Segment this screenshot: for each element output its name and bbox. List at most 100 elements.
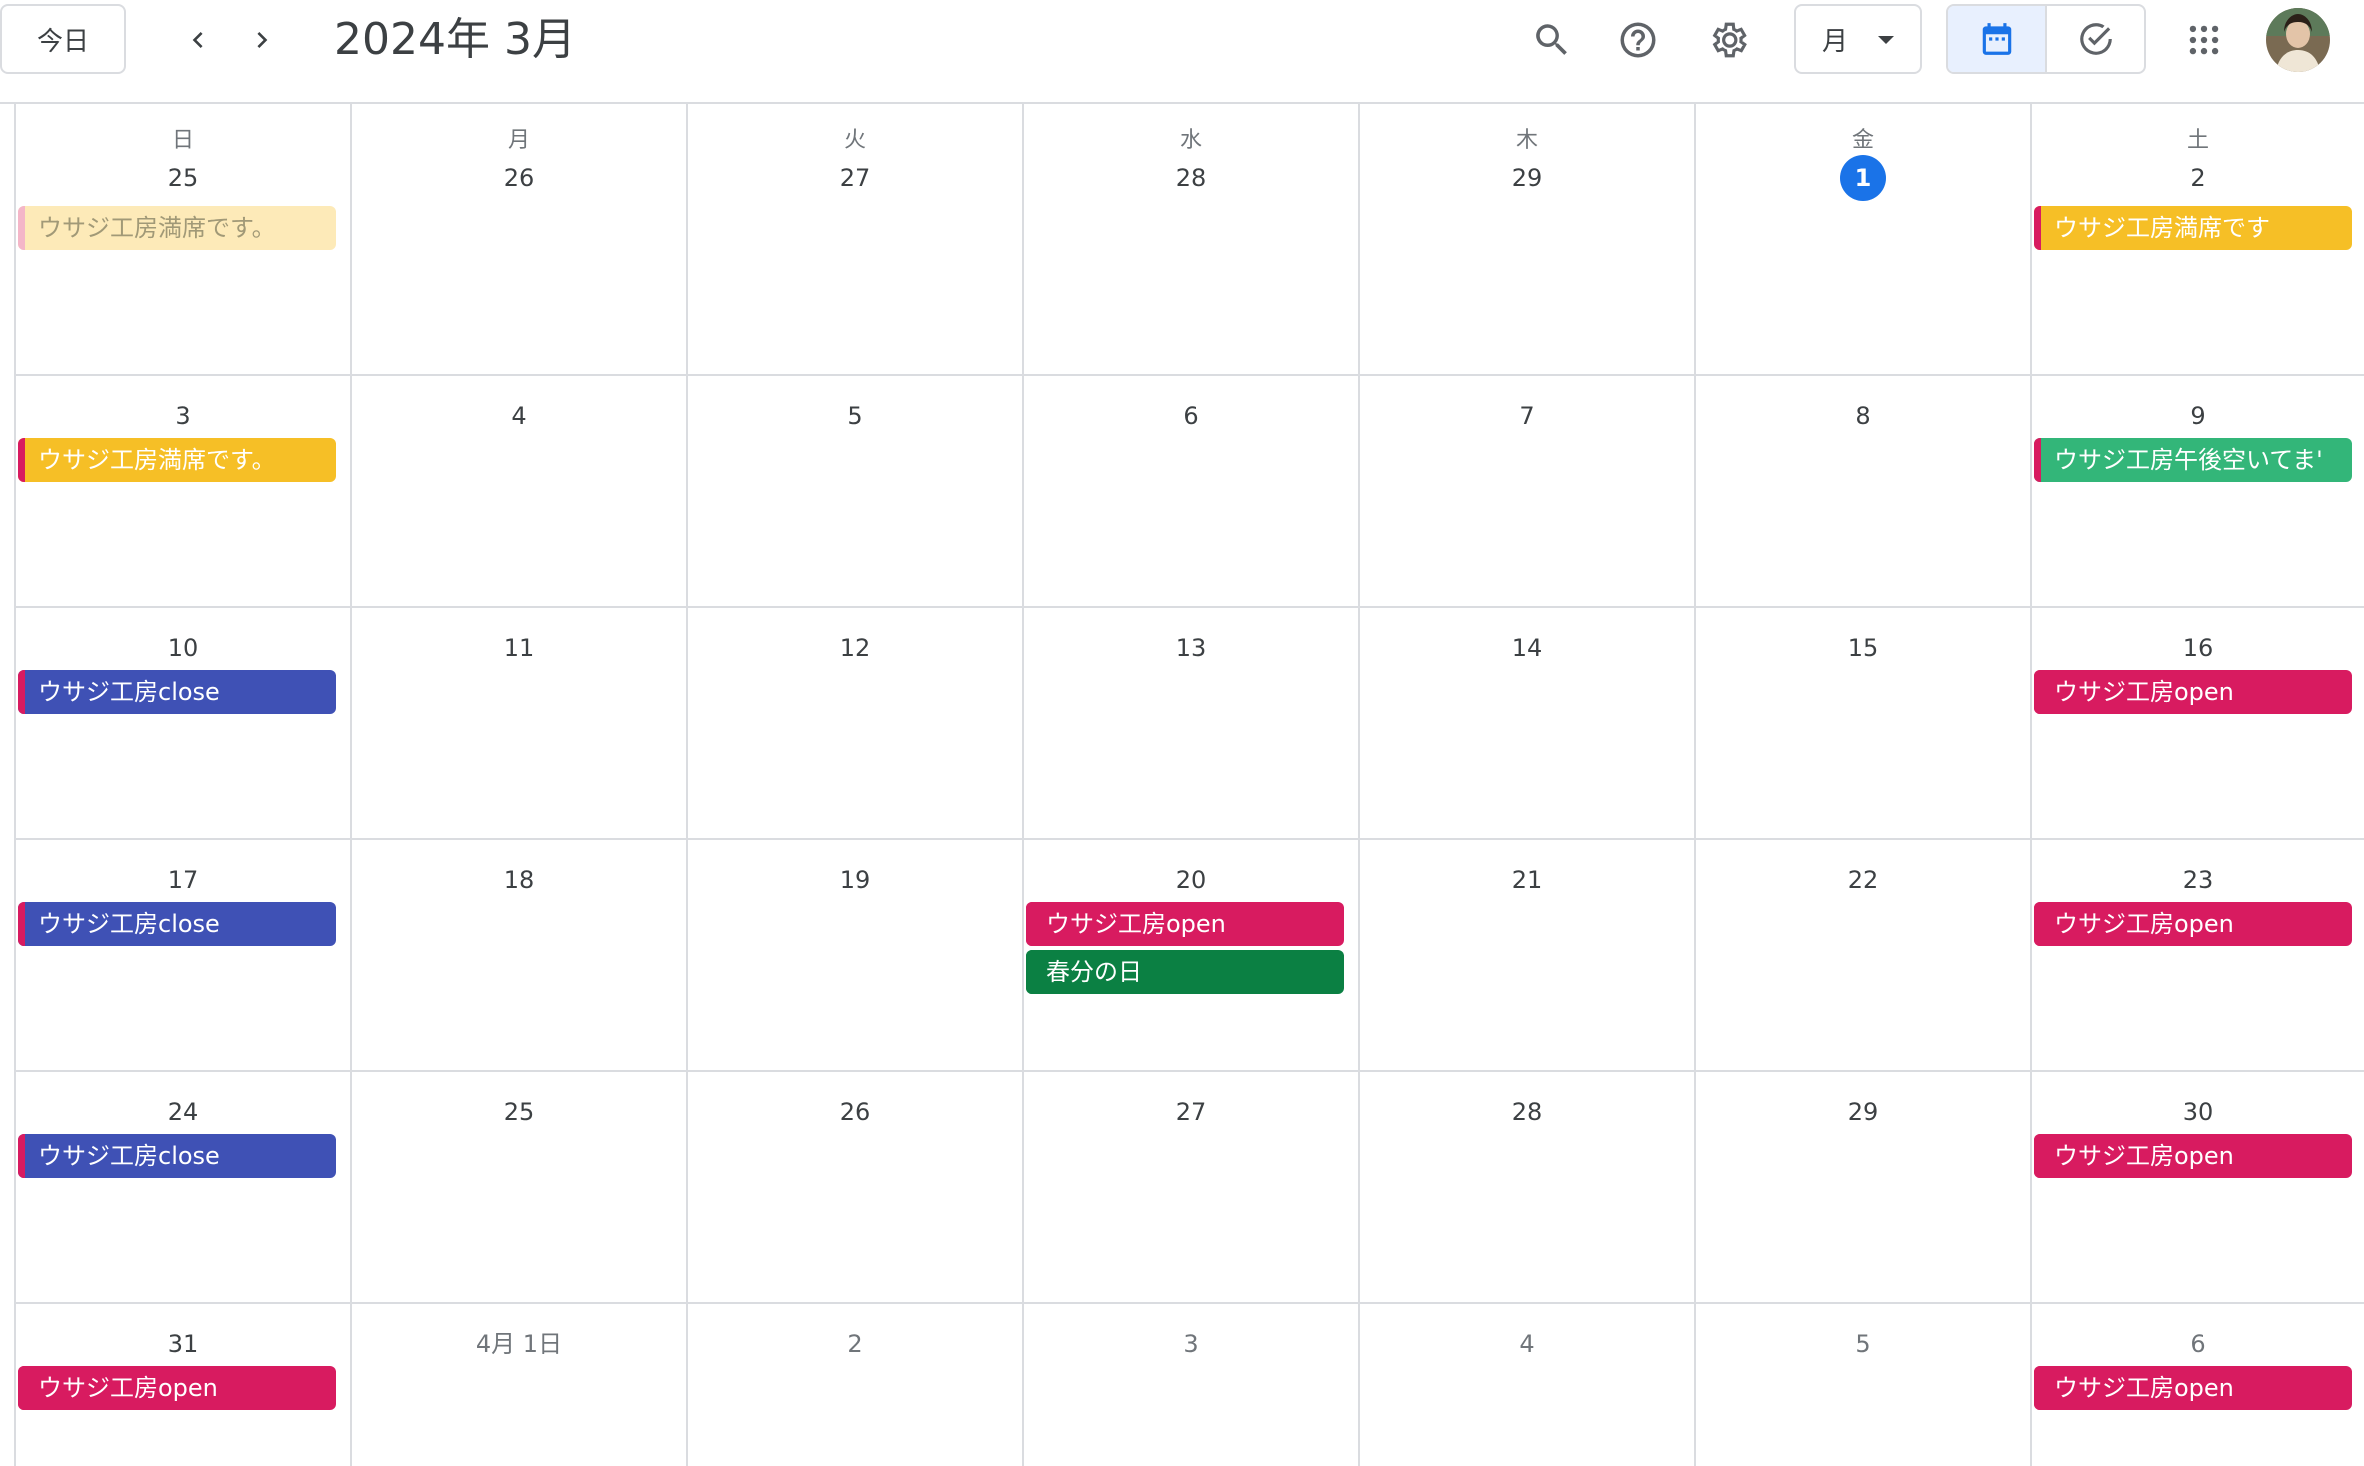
date-number[interactable]: 4 xyxy=(497,394,541,438)
day-cell[interactable]: 5 xyxy=(1696,1304,2032,1466)
date-number[interactable]: 2 xyxy=(833,1322,877,1366)
calendar-event[interactable]: ウサジ工房close xyxy=(18,1134,336,1178)
day-cell[interactable]: 17 xyxy=(16,840,352,1070)
date-number[interactable]: 6 xyxy=(2176,1322,2220,1366)
date-number[interactable]: 23 xyxy=(2176,858,2220,902)
day-cell[interactable]: 24 xyxy=(16,1072,352,1302)
date-number[interactable]: 30 xyxy=(2176,1090,2220,1134)
date-number[interactable]: 21 xyxy=(1505,858,1549,902)
calendar-event[interactable]: ウサジ工房open xyxy=(1026,902,1344,946)
apps-button[interactable] xyxy=(2176,12,2232,68)
date-number[interactable]: 18 xyxy=(497,858,541,902)
settings-button[interactable] xyxy=(1700,12,1756,68)
day-cell[interactable]: 14 xyxy=(1360,608,1696,838)
date-number[interactable]: 24 xyxy=(161,1090,205,1134)
day-cell[interactable]: 28 xyxy=(1360,1072,1696,1302)
day-cell[interactable]: 9 xyxy=(2032,376,2364,606)
day-cell[interactable]: 30 xyxy=(2032,1072,2364,1302)
date-number[interactable]: 6 xyxy=(1169,394,1213,438)
calendar-event[interactable]: 春分の日 xyxy=(1026,950,1344,994)
calendar-event[interactable]: ウサジ工房open xyxy=(2034,1134,2352,1178)
today-button[interactable]: 今日 xyxy=(0,4,126,74)
calendar-event[interactable]: ウサジ工房close xyxy=(18,670,336,714)
day-cell[interactable]: 7 xyxy=(1360,376,1696,606)
date-number[interactable]: 16 xyxy=(2176,626,2220,670)
today-date-number[interactable]: 1 xyxy=(1840,155,1886,201)
date-number[interactable]: 12 xyxy=(833,626,877,670)
date-number[interactable]: 8 xyxy=(1841,394,1885,438)
date-number[interactable]: 19 xyxy=(833,858,877,902)
date-number[interactable]: 3 xyxy=(161,394,205,438)
day-cell[interactable]: 22 xyxy=(1696,840,2032,1070)
date-number[interactable]: 17 xyxy=(161,858,205,902)
date-number[interactable]: 5 xyxy=(1841,1322,1885,1366)
date-number[interactable]: 26 xyxy=(497,156,541,200)
day-cell[interactable]: 27 xyxy=(1024,1072,1360,1302)
date-number[interactable]: 26 xyxy=(833,1090,877,1134)
calendar-event[interactable]: ウサジ工房close xyxy=(18,902,336,946)
day-cell[interactable]: 8 xyxy=(1696,376,2032,606)
date-number[interactable]: 27 xyxy=(1169,1090,1213,1134)
day-cell[interactable]: 15 xyxy=(1696,608,2032,838)
day-cell[interactable]: 23 xyxy=(2032,840,2364,1070)
date-number[interactable]: 5 xyxy=(833,394,877,438)
day-cell[interactable]: 5 xyxy=(688,376,1024,606)
day-cell[interactable]: 月 26 xyxy=(352,104,688,374)
date-number[interactable]: 15 xyxy=(1841,626,1885,670)
date-number[interactable]: 31 xyxy=(161,1322,205,1366)
calendar-view-toggle[interactable] xyxy=(1948,6,2047,72)
day-cell[interactable]: 10 xyxy=(16,608,352,838)
date-number[interactable]: 29 xyxy=(1841,1090,1885,1134)
calendar-event[interactable]: ウサジ工房open xyxy=(2034,1366,2352,1410)
day-cell[interactable]: 18 xyxy=(352,840,688,1070)
date-number[interactable]: 13 xyxy=(1169,626,1213,670)
date-number[interactable]: 29 xyxy=(1505,156,1549,200)
day-cell[interactable]: 金1 xyxy=(1696,104,2032,374)
date-number[interactable]: 14 xyxy=(1505,626,1549,670)
day-cell[interactable]: 13 xyxy=(1024,608,1360,838)
date-number[interactable]: 11 xyxy=(497,626,541,670)
account-avatar[interactable] xyxy=(2266,8,2330,72)
calendar-event[interactable]: ウサジ工房満席です。 xyxy=(18,438,336,482)
calendar-event[interactable]: ウサジ工房open xyxy=(2034,902,2352,946)
day-cell[interactable]: 4 xyxy=(352,376,688,606)
date-number[interactable]: 10 xyxy=(161,626,205,670)
day-cell[interactable]: 4 xyxy=(1360,1304,1696,1466)
date-number[interactable]: 22 xyxy=(1841,858,1885,902)
date-number[interactable]: 7 xyxy=(1505,394,1549,438)
day-cell[interactable]: 水 28 xyxy=(1024,104,1360,374)
date-number[interactable]: 25 xyxy=(497,1090,541,1134)
date-number[interactable]: 4 xyxy=(1505,1322,1549,1366)
day-cell[interactable]: 3 xyxy=(1024,1304,1360,1466)
day-cell[interactable]: 2 xyxy=(688,1304,1024,1466)
date-number[interactable]: 27 xyxy=(833,156,877,200)
date-number[interactable]: 20 xyxy=(1169,858,1213,902)
day-cell[interactable]: 6 xyxy=(1024,376,1360,606)
date-number[interactable]: 25 xyxy=(161,156,205,200)
date-number[interactable]: 2 xyxy=(2176,156,2220,200)
day-cell[interactable]: 19 xyxy=(688,840,1024,1070)
calendar-event[interactable]: ウサジ工房満席です。 xyxy=(18,206,336,250)
day-cell[interactable]: 4月 1日 xyxy=(352,1304,688,1466)
day-cell[interactable]: 21 xyxy=(1360,840,1696,1070)
date-number[interactable]: 28 xyxy=(1169,156,1213,200)
day-cell[interactable]: 26 xyxy=(688,1072,1024,1302)
calendar-event[interactable]: ウサジ工房午後空いてま' xyxy=(2034,438,2352,482)
day-cell[interactable]: 火 27 xyxy=(688,104,1024,374)
day-cell[interactable]: 木 29 xyxy=(1360,104,1696,374)
date-number[interactable]: 9 xyxy=(2176,394,2220,438)
day-cell[interactable]: 29 xyxy=(1696,1072,2032,1302)
date-number[interactable]: 3 xyxy=(1169,1322,1213,1366)
help-button[interactable] xyxy=(1610,12,1666,68)
day-cell[interactable]: 3 xyxy=(16,376,352,606)
calendar-event[interactable]: ウサジ工房open xyxy=(2034,670,2352,714)
day-cell[interactable]: 12 xyxy=(688,608,1024,838)
day-cell[interactable]: 16 xyxy=(2032,608,2364,838)
date-number[interactable]: 28 xyxy=(1505,1090,1549,1134)
date-number[interactable]: 4月 1日 xyxy=(476,1322,562,1366)
calendar-event[interactable]: ウサジ工房open xyxy=(18,1366,336,1410)
view-select[interactable]: 月 xyxy=(1794,4,1922,74)
previous-month-button[interactable] xyxy=(172,14,224,66)
day-cell[interactable]: 11 xyxy=(352,608,688,838)
tasks-view-toggle[interactable] xyxy=(2047,6,2144,72)
